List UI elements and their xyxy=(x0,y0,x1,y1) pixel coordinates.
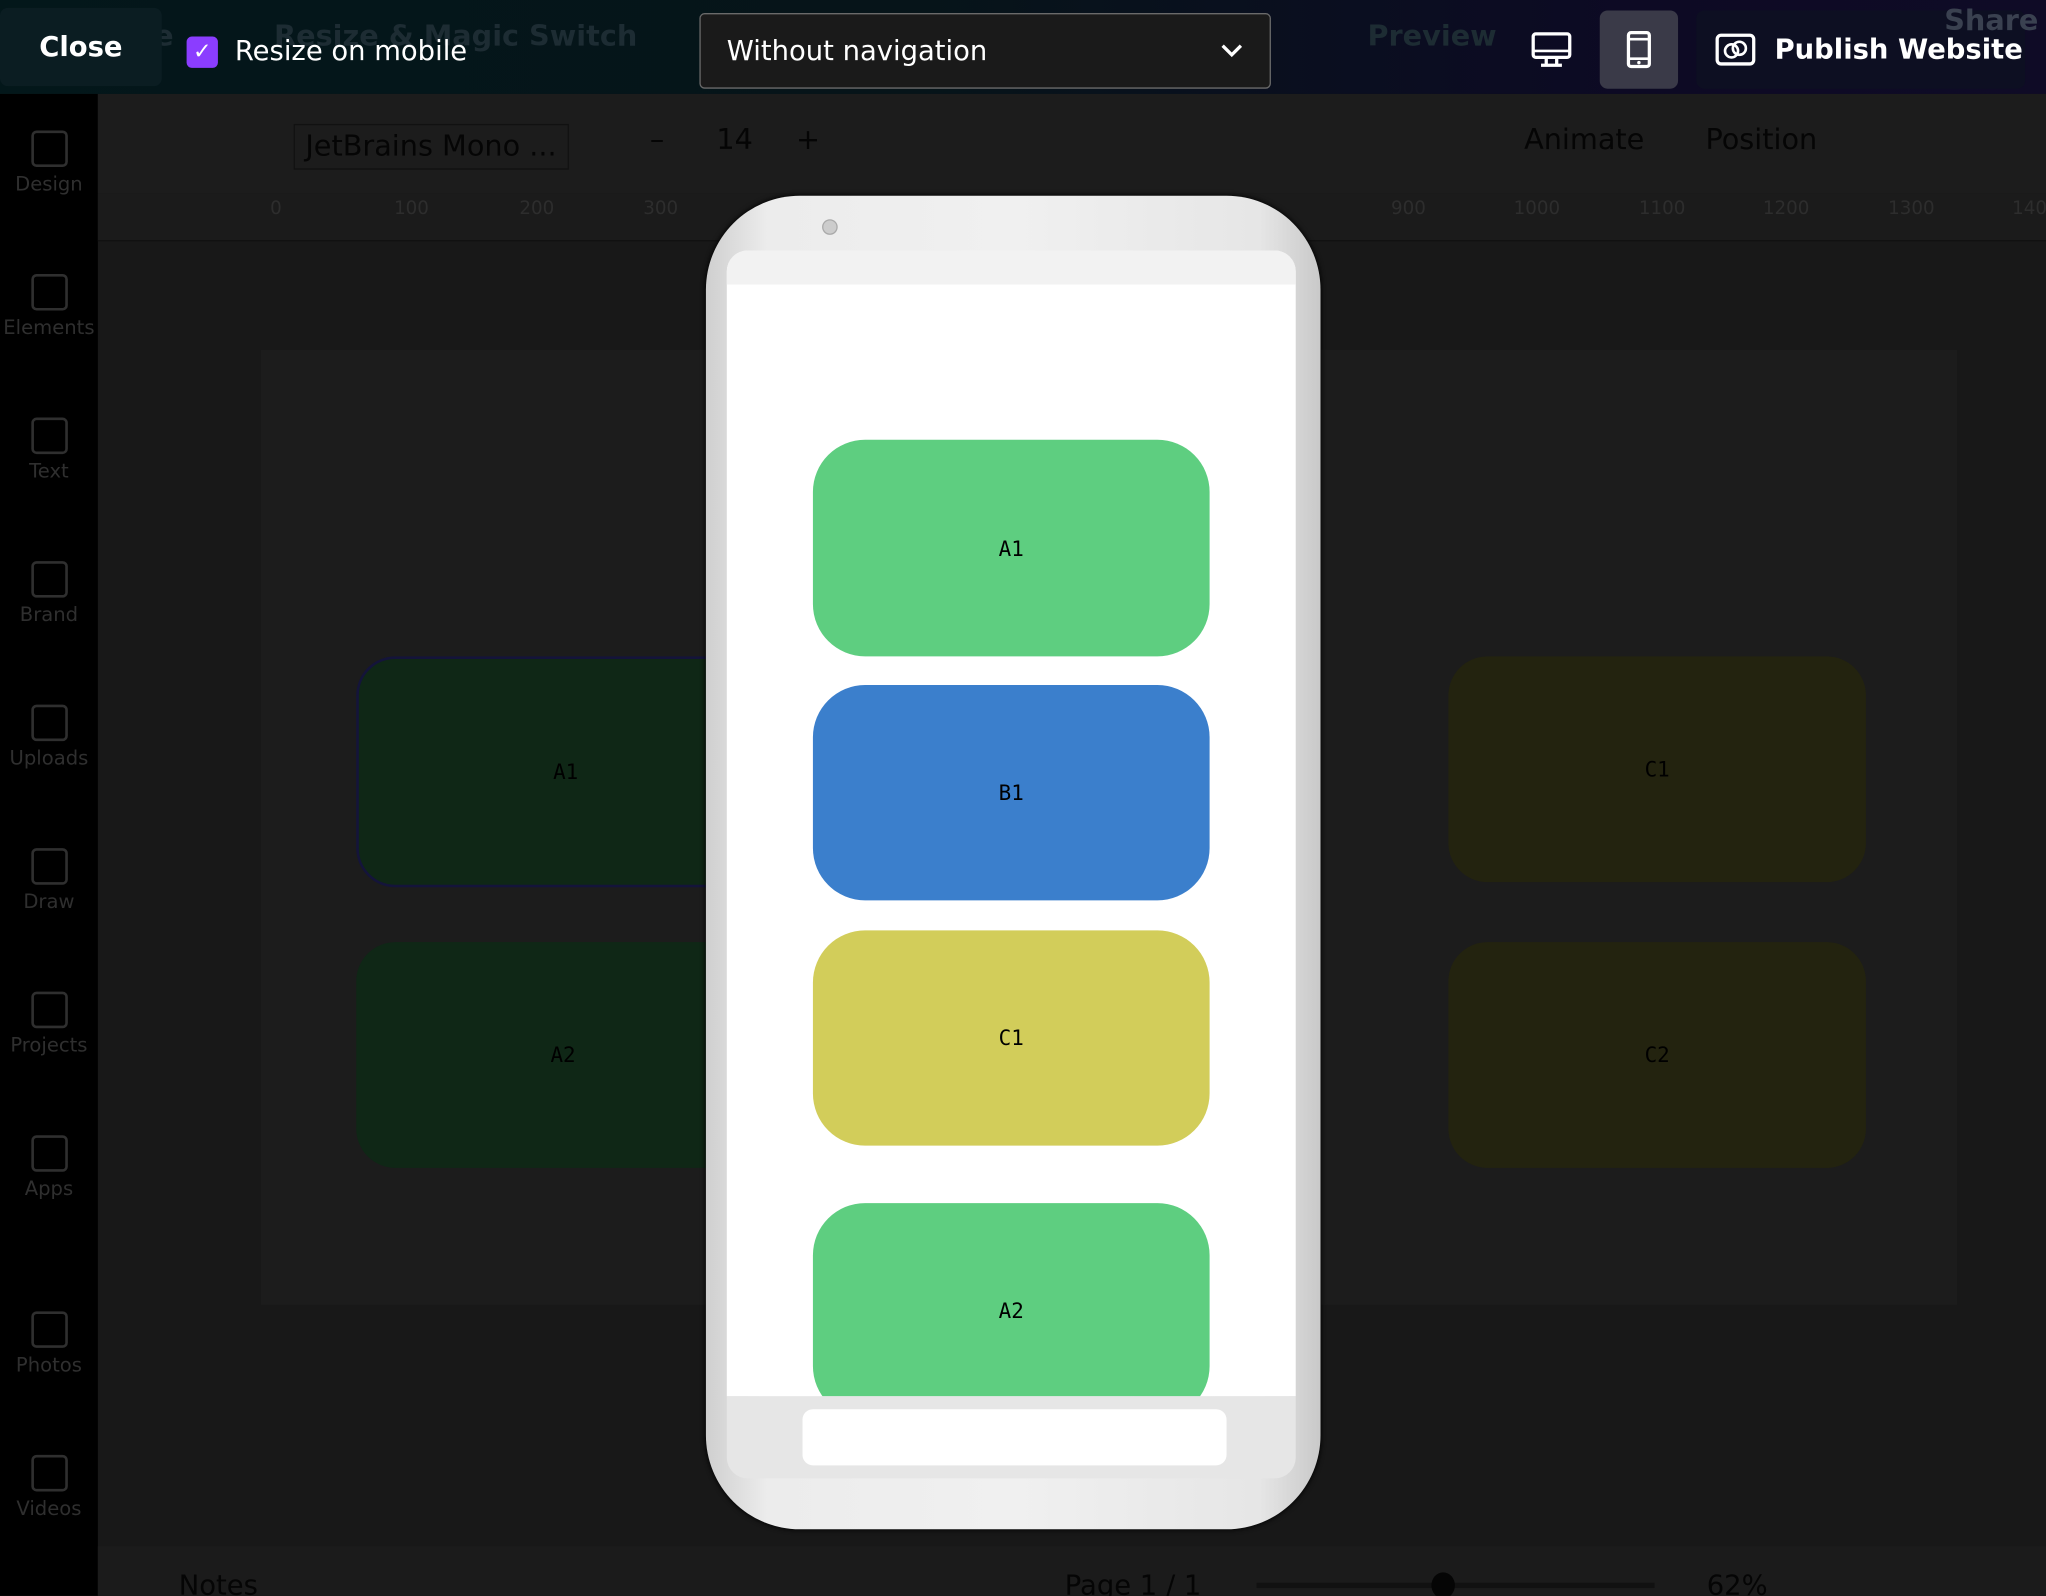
top-bar: File Resize & Magic Switch Preview Close… xyxy=(0,0,2046,94)
sidebar-item-uploads[interactable]: Uploads xyxy=(0,704,98,770)
photo-icon xyxy=(30,1311,68,1348)
sidebar-label: Videos xyxy=(16,1496,82,1521)
animate-button[interactable]: Animate xyxy=(1524,124,1644,157)
sidebar-label: Photos xyxy=(15,1353,82,1377)
navigation-select[interactable]: Without navigation xyxy=(699,13,1271,89)
canvas-box-c1[interactable]: C1 xyxy=(1448,656,1866,883)
publish-website-label: Publish Website xyxy=(1774,33,2023,66)
close-button[interactable]: Close xyxy=(0,7,162,87)
ruler-tick: 100 xyxy=(394,198,429,220)
sidebar-item-draw[interactable]: Draw xyxy=(0,848,98,913)
check-icon: ✓ xyxy=(192,39,212,66)
sidebar-item-apps[interactable]: Apps xyxy=(0,1135,98,1200)
sidebar: Design Elements Text Brand Uploads Draw … xyxy=(0,93,98,1596)
page-indicator: Page 1 / 1 xyxy=(1064,1569,1202,1596)
sidebar-item-design[interactable]: Design xyxy=(0,130,98,196)
mobile-card-a1[interactable]: A1 xyxy=(812,439,1210,657)
mobile-card-b1[interactable]: B1 xyxy=(812,685,1210,901)
font-select[interactable]: JetBrains Mono ... xyxy=(293,123,569,170)
mobile-view-button[interactable] xyxy=(1599,10,1679,89)
position-button[interactable]: Position xyxy=(1705,124,1817,157)
ruler-tick: 300 xyxy=(643,198,679,220)
draw-icon xyxy=(30,848,68,885)
increase-font-size-button[interactable]: + xyxy=(796,124,820,157)
apps-icon xyxy=(30,1135,68,1172)
sidebar-item-elements[interactable]: Elements xyxy=(0,274,98,339)
sidebar-item-photos[interactable]: Photos xyxy=(0,1311,98,1377)
sidebar-label: Text xyxy=(29,459,69,483)
folder-icon xyxy=(30,991,68,1029)
notes-button[interactable]: Notes xyxy=(179,1570,258,1596)
phone-status-bar xyxy=(726,250,1296,285)
sidebar-item-text[interactable]: Text xyxy=(0,417,98,483)
upload-icon xyxy=(30,704,68,742)
font-size-input[interactable]: 14 xyxy=(716,124,753,157)
resize-on-mobile-label[interactable]: Resize on mobile xyxy=(235,35,467,66)
mobile-card-c1[interactable]: C1 xyxy=(812,930,1210,1146)
sidebar-label: Design xyxy=(15,172,83,196)
zoom-slider-handle[interactable] xyxy=(1431,1572,1456,1596)
desktop-icon xyxy=(1531,32,1572,67)
share-bg: Share xyxy=(1944,5,2039,38)
ruler-tick: 0 xyxy=(270,198,282,220)
ruler-tick: 1000 xyxy=(1513,198,1561,220)
editor-root: File Resize & Magic Switch Preview Close… xyxy=(0,0,2046,1596)
ruler-tick: 1300 xyxy=(1888,198,1935,220)
design-icon xyxy=(30,130,68,168)
ruler-tick: 1100 xyxy=(1638,198,1686,220)
mobile-card-a2[interactable]: A2 xyxy=(812,1203,1210,1397)
ruler-tick: 900 xyxy=(1390,198,1426,220)
ruler-tick: 200 xyxy=(519,198,555,220)
brand-icon xyxy=(30,561,68,598)
canvas-box-c2[interactable]: C2 xyxy=(1448,942,1866,1168)
zoom-slider[interactable] xyxy=(1256,1572,1655,1596)
ruler-tick: 140 xyxy=(2012,198,2046,220)
sidebar-label: Draw xyxy=(23,889,75,914)
sidebar-label: Apps xyxy=(24,1176,74,1201)
ruler-tick: 1200 xyxy=(1762,198,1810,220)
text-icon xyxy=(30,417,68,455)
phone-bottom-bar xyxy=(726,1396,1296,1479)
bottom-bar: Notes Page 1 / 1 62% xyxy=(97,1546,2046,1596)
sidebar-label: Brand xyxy=(19,602,79,627)
mobile-screen: A1 B1 C1 A2 xyxy=(726,250,1296,1397)
sidebar-item-videos[interactable]: Videos xyxy=(0,1454,98,1521)
desktop-view-button[interactable] xyxy=(1512,10,1590,88)
sidebar-label: Uploads xyxy=(9,746,89,770)
chevron-down-icon xyxy=(1221,44,1243,58)
video-icon xyxy=(30,1454,68,1492)
navigation-select-value: Without navigation xyxy=(726,35,988,67)
elements-icon xyxy=(30,274,68,311)
phone-address-bar xyxy=(802,1409,1227,1466)
camera-icon xyxy=(822,219,838,235)
sidebar-label: Elements xyxy=(3,315,95,340)
sidebar-label: Projects xyxy=(10,1033,88,1057)
publish-website-icon xyxy=(1715,33,1756,66)
resize-on-mobile-checkbox[interactable]: ✓ xyxy=(186,36,218,68)
decrease-font-size-button[interactable]: – xyxy=(650,124,664,157)
mobile-icon xyxy=(1626,30,1651,69)
close-label: Close xyxy=(39,31,123,63)
preview-bg: Preview xyxy=(1367,20,1497,54)
zoom-level: 62% xyxy=(1706,1569,1768,1596)
sidebar-item-brand[interactable]: Brand xyxy=(0,561,98,626)
sidebar-item-projects[interactable]: Projects xyxy=(0,991,98,1057)
